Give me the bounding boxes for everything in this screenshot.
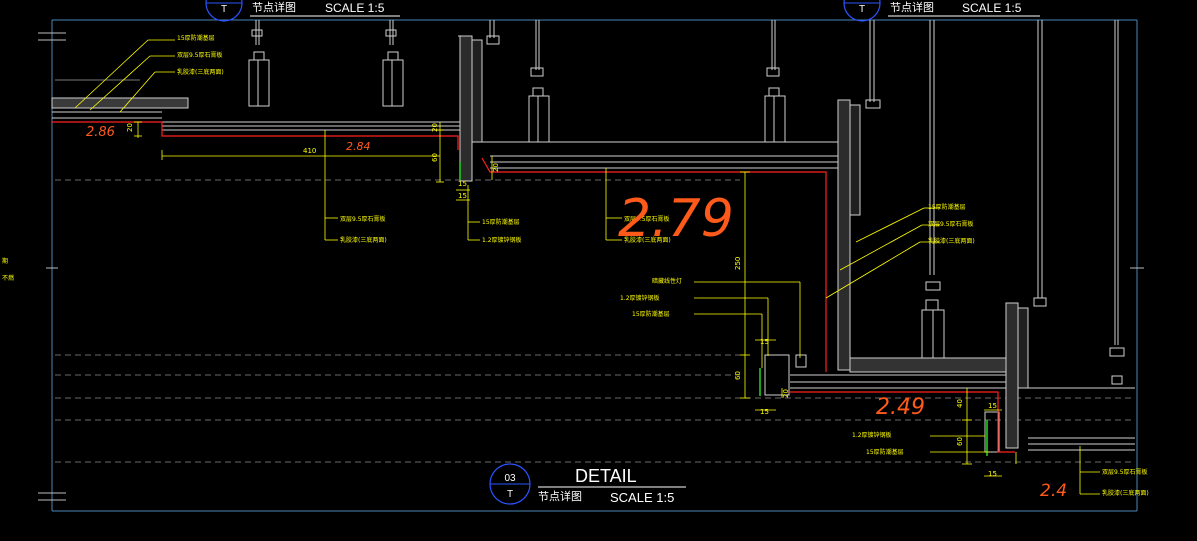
detail-label: 节点详图 [538, 489, 582, 503]
annotation-text: 1.2厚镀锌钢板 [482, 236, 522, 244]
annotation-text: 15厚防潮基层 [866, 448, 904, 456]
dimension-value: 20 [492, 163, 500, 172]
annotation-text: 双层9.5厚石膏板 [340, 215, 386, 223]
annotation-text: 乳胶漆(三底两面) [1102, 489, 1149, 497]
detail-heading: DETAIL [575, 466, 637, 486]
left-edge-label: 不燃 [2, 274, 14, 282]
dimension-value: 60 [956, 437, 964, 446]
dimension-value: 20 [782, 389, 790, 398]
left-edge-label: 期 [2, 257, 8, 265]
title-label: 节点详图 [252, 0, 296, 14]
annotation-leaders [74, 39, 1100, 495]
drawing-frame [51, 19, 1138, 512]
frame-ticks [38, 32, 1144, 501]
dimension-value: 60 [431, 153, 439, 162]
dimension-value: 15 [458, 180, 467, 188]
annotation-texts: 15厚防潮基层 双层9.5厚石膏板 乳胶漆(三底两面) 双层9.5厚石膏板 乳胶… [177, 34, 1149, 497]
finish-line [52, 121, 1015, 453]
height-mark: 2.79 [618, 189, 734, 249]
annotation-text: 15厚防潮基层 [482, 218, 520, 226]
dimension-value: 410 [303, 147, 316, 155]
title-scale: SCALE 1:5 [325, 1, 385, 15]
height-mark: 2.84 [346, 140, 371, 153]
top-title-block-left: T 节点详图 SCALE 1:5 [205, 0, 400, 22]
height-mark: 2.4 [1040, 481, 1067, 501]
dimension-value: 15 [458, 192, 467, 200]
top-title-block-right: T 节点详图 SCALE 1:5 [843, 0, 1040, 22]
height-mark: 2.49 [876, 395, 925, 420]
annotation-text: 1.2厚镀锌钢板 [852, 431, 892, 439]
detail-number: 03 [504, 473, 516, 484]
dimension-value: 250 [734, 257, 742, 270]
title-symbol: T [221, 4, 227, 15]
dimension-value: 60 [734, 371, 742, 380]
dimension-texts: 20 410 20 60 20 15 15 250 15 60 20 15 40… [126, 123, 997, 478]
dimension-value: 15 [988, 470, 997, 478]
annotation-text: 1.2厚镀锌钢板 [620, 294, 660, 302]
annotation-text: 乳胶漆(三底两面) [177, 68, 224, 76]
annotation-text: 双层9.5厚石膏板 [1102, 468, 1148, 476]
dimension-value: 15 [760, 338, 769, 346]
dimension-value: 15 [988, 402, 997, 410]
dimension-value: 20 [126, 123, 134, 132]
annotation-text: 暗藏线性灯 [652, 277, 682, 285]
detail-symbol: T [507, 489, 513, 500]
height-mark: 2.86 [86, 125, 115, 140]
annotation-text: 双层9.5厚石膏板 [177, 51, 223, 59]
title-symbol: T [859, 4, 865, 15]
annotation-text: 15厚防潮基层 [632, 310, 670, 318]
annotation-text: 15厚防潮基层 [177, 34, 215, 42]
handwritten-heights: 2.86 2.84 2.79 2.49 2.4 [86, 125, 1067, 501]
dimension-lines [134, 121, 1017, 477]
dimension-value: 20 [431, 123, 439, 132]
dimension-value: 40 [956, 399, 964, 408]
detail-title-block: 03 T DETAIL 节点详图 SCALE 1:5 [489, 463, 686, 505]
detail-scale: SCALE 1:5 [610, 490, 674, 505]
cad-detail-drawing: T 节点详图 SCALE 1:5 T 节点详图 SCALE 1:5 03 T D… [2, 0, 1149, 512]
annotation-text: 15厚防潮基层 [928, 203, 966, 211]
title-label: 节点详图 [890, 0, 934, 14]
dimension-value: 15 [760, 408, 769, 416]
annotation-text: 乳胶漆(三底两面) [340, 236, 387, 244]
annotation-text: 乳胶漆(三底两面) [928, 237, 975, 245]
annotation-text: 双层9.5厚石膏板 [928, 220, 974, 228]
title-scale: SCALE 1:5 [962, 1, 1022, 15]
